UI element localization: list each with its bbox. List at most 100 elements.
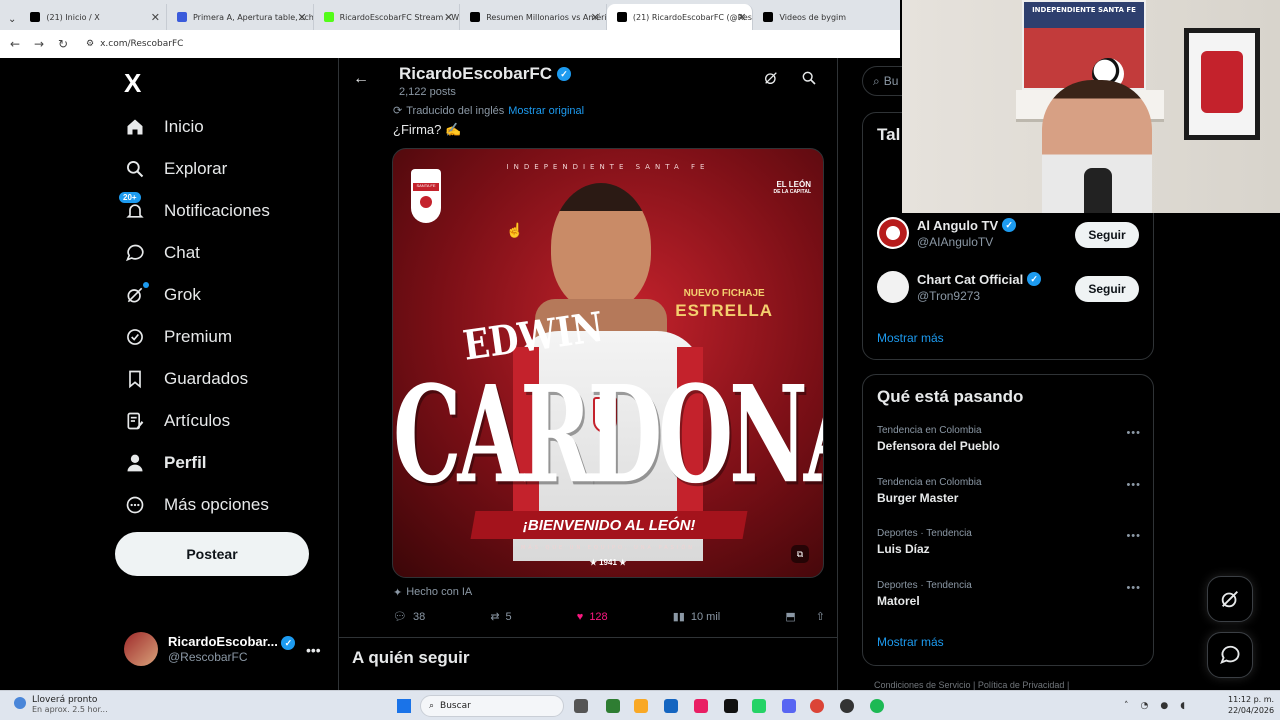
- windows-start-icon[interactable]: [397, 699, 411, 713]
- search-icon[interactable]: [801, 70, 817, 89]
- views-button[interactable]: ▮▮ 10 mil: [672, 610, 720, 624]
- close-tab-icon[interactable]: ✕: [151, 11, 160, 24]
- site-info-icon[interactable]: ⚙: [86, 39, 94, 49]
- obs-icon[interactable]: [840, 699, 854, 713]
- nav-item-premium[interactable]: Premium: [124, 326, 232, 348]
- show-original-link[interactable]: Mostrar original: [508, 105, 584, 117]
- more-options-icon[interactable]: •••: [1126, 479, 1141, 491]
- browser-tab[interactable]: RicardoEscobarFC Stream - Wa ✕: [314, 4, 461, 30]
- browser-tab-active[interactable]: (21) RicardoEscobarFC (@Resc ✕: [606, 4, 754, 30]
- task-view-icon[interactable]: [574, 699, 588, 713]
- discord-icon[interactable]: [782, 699, 796, 713]
- weather-title: Lloverá pronto: [32, 695, 98, 705]
- follow-suggestion[interactable]: Al Angulo TV ✓ @AIAnguloTV: [877, 217, 1017, 249]
- close-tab-icon[interactable]: ✕: [591, 11, 600, 24]
- tab-list-chevron-icon[interactable]: ⌄: [4, 8, 20, 30]
- account-handle: @AIAnguloTV: [917, 234, 994, 249]
- nav-item-chat[interactable]: Chat: [124, 242, 200, 264]
- spotify-icon[interactable]: [870, 699, 884, 713]
- tray-chevron-icon[interactable]: ˄: [1124, 701, 1129, 711]
- volume-icon[interactable]: ◖: [1180, 701, 1185, 711]
- tab-title: (21) RicardoEscobarFC (@Resc: [632, 12, 754, 22]
- search-placeholder: Bu: [883, 74, 899, 88]
- nav-item-articulos[interactable]: Artículos: [124, 410, 230, 432]
- kick-favicon-icon: [323, 12, 334, 22]
- network-icon[interactable]: ◔: [1141, 701, 1149, 711]
- more-options-icon[interactable]: •••: [1126, 427, 1141, 439]
- tiktok-icon[interactable]: [694, 699, 708, 713]
- taskbar-search[interactable]: ⌕ Buscar: [420, 695, 564, 717]
- verified-badge-icon: ✓: [557, 67, 572, 81]
- show-more-link[interactable]: Mostrar más: [877, 331, 944, 345]
- nav-item-grok[interactable]: Grok: [124, 282, 201, 306]
- browser-tab-strip: ⌄ (21) Inicio / X ✕ Primera A, Apertura t…: [0, 0, 900, 30]
- media-tagline: NUEVO FICHAJE ESTRELLA: [675, 288, 773, 320]
- nav-item-notificaciones[interactable]: 20+ Notificaciones: [119, 192, 270, 222]
- x-logo-icon[interactable]: X: [124, 68, 141, 99]
- divider: [339, 637, 837, 638]
- home-icon: [124, 116, 146, 138]
- nav-label: Guardados: [164, 369, 249, 388]
- app-icon[interactable]: [606, 699, 620, 713]
- clock[interactable]: 11:12 p. m. 22/04/2026: [1228, 695, 1274, 717]
- nav-item-perfil[interactable]: Perfil: [124, 452, 207, 474]
- reply-count: 38: [412, 610, 426, 623]
- bookmark-icon[interactable]: ⬒: [785, 610, 795, 623]
- mouse-pointer-icon: ☝: [506, 222, 524, 238]
- media-corner-text: EL LEÓN DE LA CAPITAL: [773, 180, 812, 195]
- back-arrow-icon[interactable]: ←: [8, 37, 22, 51]
- ai-label: ✦ Hecho con IA: [393, 586, 473, 599]
- back-arrow-icon[interactable]: ←: [353, 70, 369, 88]
- follow-button[interactable]: Seguir: [1075, 222, 1139, 248]
- grok-icon[interactable]: [763, 70, 779, 89]
- store-icon[interactable]: [664, 699, 678, 713]
- nav-item-inicio[interactable]: Inicio: [124, 116, 204, 138]
- nav-item-guardados[interactable]: Guardados: [124, 368, 248, 390]
- chrome-icon[interactable]: [810, 699, 824, 713]
- browser-tab[interactable]: (21) Inicio / X ✕: [20, 4, 167, 30]
- new-dot: [143, 282, 149, 288]
- image-edit-icon[interactable]: ⧉: [791, 545, 809, 563]
- nav-item-explorar[interactable]: Explorar: [124, 158, 227, 180]
- trend-item[interactable]: Deportes · Tendencia Luis Díaz •••: [877, 528, 1141, 556]
- browser-tab[interactable]: Primera A, Apertura table, sche ✕: [167, 4, 314, 30]
- tweet-media-image[interactable]: INDEPENDIENTE SANTA FE SANTA FE EL LEÓN D…: [392, 148, 824, 578]
- footer-links[interactable]: Condiciones de Servicio | Política de Pr…: [874, 680, 1069, 690]
- address-bar: ← → ↻ ⚙ x.com/RescobarFC: [0, 30, 900, 58]
- browser-tab[interactable]: Resumen Millonarios vs Améric ✕: [460, 4, 607, 30]
- grok-fab-icon[interactable]: [1207, 576, 1253, 622]
- views-icon: ▮▮: [672, 611, 685, 623]
- reply-button[interactable]: 💬︎ 38: [393, 610, 426, 624]
- nav-label: Artículos: [164, 411, 231, 430]
- more-options-icon[interactable]: •••: [1126, 582, 1141, 594]
- whatsapp-icon[interactable]: [752, 699, 766, 713]
- file-explorer-icon[interactable]: [634, 699, 648, 713]
- nav-item-mas-opciones[interactable]: Más opciones: [124, 494, 269, 516]
- weather-widget[interactable]: Lloverá pronto En aprox. 2.5 hor...: [14, 695, 108, 714]
- close-tab-icon[interactable]: ✕: [297, 11, 306, 24]
- post-button[interactable]: Postear: [115, 532, 309, 576]
- account-switcher[interactable]: RicardoEscobar... ✓ @RescobarFC •••: [124, 632, 321, 666]
- show-more-link[interactable]: Mostrar más: [877, 635, 944, 649]
- like-button[interactable]: ♥ 128: [577, 610, 608, 623]
- close-tab-icon[interactable]: ✕: [737, 11, 746, 24]
- account-more-icon[interactable]: •••: [306, 642, 321, 658]
- follow-button[interactable]: Seguir: [1075, 276, 1139, 302]
- framed-jersey: [1184, 28, 1260, 140]
- close-tab-icon[interactable]: ✕: [444, 11, 453, 24]
- forward-arrow-icon[interactable]: →: [32, 37, 46, 51]
- repost-button[interactable]: ⇄ 5: [490, 610, 511, 624]
- reload-icon[interactable]: ↻: [56, 37, 70, 51]
- mic-icon[interactable]: ●: [1160, 701, 1168, 711]
- more-options-icon[interactable]: •••: [1126, 530, 1141, 542]
- url-field[interactable]: ⚙ x.com/RescobarFC: [86, 39, 183, 49]
- chat-fab-icon[interactable]: [1207, 632, 1253, 678]
- share-icon[interactable]: ⇧: [816, 610, 825, 623]
- tiktok-icon[interactable]: [724, 699, 738, 713]
- nav-label: Chat: [164, 243, 200, 262]
- follow-suggestion[interactable]: Chart Cat Official ✓ @Tron9273: [877, 271, 1042, 303]
- trend-item[interactable]: Tendencia en Colombia Defensora del Puebl…: [877, 425, 1141, 453]
- browser-tab[interactable]: Videos de bygim: [753, 4, 900, 30]
- trend-item[interactable]: Deportes · Tendencia Matorel •••: [877, 580, 1141, 608]
- trend-item[interactable]: Tendencia en Colombia Burger Master •••: [877, 477, 1141, 505]
